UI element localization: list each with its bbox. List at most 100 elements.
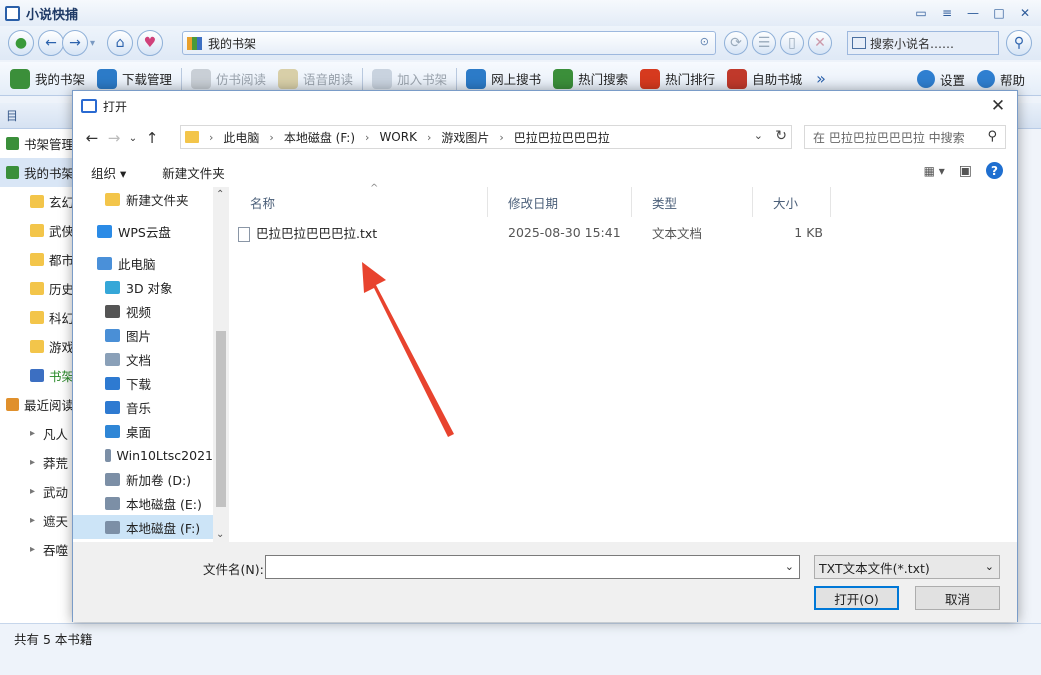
breadcrumb-separator-icon[interactable]: › [269, 131, 273, 144]
left-panel-item[interactable]: ▸ 吞噬 [0, 535, 74, 564]
left-panel-item[interactable]: 武侠 [0, 216, 74, 245]
breadcrumb-separator-icon[interactable]: › [209, 131, 213, 144]
nav-tree-item[interactable]: Win10Ltsc2021 [73, 443, 213, 467]
close-icon[interactable]: ✕ [1017, 5, 1033, 21]
dialog-close-icon[interactable]: ✕ [987, 95, 1009, 117]
breadcrumb-separator-icon[interactable]: › [499, 131, 503, 144]
back-icon[interactable]: ← [38, 30, 64, 56]
file-row[interactable]: 巴拉巴拉巴巴巴拉.txt 2025-08-30 15:41 文本文档 1 KB [230, 217, 1017, 247]
navigation-scrollbar[interactable]: ⌃ ⌄ [213, 187, 229, 542]
filetype-select[interactable]: TXT文本文件(*.txt) ⌄ [814, 555, 1000, 579]
breadcrumb-item[interactable]: WORK [379, 130, 417, 144]
new-folder-button[interactable]: 新建文件夹 [144, 163, 243, 182]
breadcrumb-item[interactable]: 本地磁盘 (F:) [284, 129, 355, 146]
column-header[interactable]: 大小 [753, 187, 831, 217]
favorite-icon[interactable]: ♥ [137, 30, 164, 56]
nav-tree-item[interactable]: 音乐 [73, 395, 213, 419]
column-header[interactable]: 类型 [632, 187, 753, 217]
help-icon[interactable]: ? [986, 162, 1003, 179]
breadcrumb-item[interactable]: 此电脑 [223, 129, 259, 146]
folder-icon [30, 224, 44, 237]
nav-tree-item[interactable]: 新加卷 (D:) [73, 467, 213, 491]
left-panel-item[interactable]: 书架管理 [0, 129, 74, 158]
recent-dropdown-icon[interactable]: ⌄ [125, 133, 141, 144]
breadcrumb[interactable]: › 此电脑 › 本地磁盘 (F:) › WORK › 游戏图片 › 巴拉巴拉巴巴巴拉 ⌄ ↻ [180, 125, 792, 149]
page-icon[interactable]: ▯ [780, 31, 804, 55]
nav-tree-item[interactable]: WPS云盘 [73, 219, 213, 243]
left-panel-item[interactable]: ▸ 遮天 [0, 506, 74, 535]
toolbar-item-5[interactable]: 网上搜书 [460, 64, 547, 94]
toolbar-item-1[interactable]: 下载管理 [91, 64, 178, 94]
forward-arrow-icon[interactable]: → [103, 129, 125, 147]
breadcrumb-separator-icon[interactable]: › [365, 131, 369, 144]
column-header[interactable]: 名称 [230, 187, 488, 217]
nav-tree-label: 文档 [126, 352, 152, 368]
open-button[interactable]: 打开(O) [814, 586, 899, 610]
refresh-icon[interactable]: ⟳ [724, 31, 748, 55]
toolbar-item-label: 语音朗读 [303, 72, 354, 87]
breadcrumb-item[interactable]: 游戏图片 [441, 129, 489, 146]
toolbar-item-6[interactable]: 热门搜索 [547, 64, 634, 94]
left-panel-item[interactable]: ▸ 莽荒 [0, 448, 74, 477]
minimize-icon[interactable]: — [965, 5, 981, 21]
view-options-icon[interactable]: ▦ ▾ [924, 164, 945, 178]
nav-tree-item[interactable]: 新建文件夹 [73, 187, 213, 211]
left-panel-item[interactable]: 我的书架 [0, 158, 74, 187]
breadcrumb-separator-icon[interactable]: › [427, 131, 431, 144]
nav-tree-item[interactable]: 此电脑 [73, 251, 213, 275]
left-panel-item[interactable]: 书架 [0, 361, 74, 390]
left-panel-item[interactable]: 游戏 [0, 332, 74, 361]
column-header[interactable]: 修改日期 [488, 187, 632, 217]
left-panel-item[interactable]: 都市 [0, 245, 74, 274]
left-panel-item[interactable]: 最近阅读 [0, 390, 74, 419]
nav-tree-item[interactable]: 下载 [73, 371, 213, 395]
preview-pane-icon[interactable]: ▣ [959, 163, 972, 179]
left-panel-item[interactable]: 历史 [0, 274, 74, 303]
breadcrumb-item[interactable]: 巴拉巴拉巴巴巴拉 [514, 129, 610, 146]
maximize-icon[interactable]: □ [991, 5, 1007, 21]
folder-icon [30, 195, 44, 208]
folder-search-input[interactable]: 在 巴拉巴拉巴巴巴拉 中搜索 ⚲ [804, 125, 1006, 149]
address-dropdown-icon[interactable]: ⊙ [700, 35, 709, 48]
chevron-down-icon[interactable]: ⌄ [785, 560, 794, 573]
menu-icon[interactable]: ≡ [939, 5, 955, 21]
up-arrow-icon[interactable]: ↑ [141, 129, 163, 147]
toolbar-item-2[interactable]: 仿书阅读 [185, 64, 272, 94]
nav-tree-item[interactable]: 3D 对象 [73, 275, 213, 299]
toolbar-item-4[interactable]: 加入书架 [366, 64, 453, 94]
stop-icon[interactable]: ✕ [808, 31, 832, 55]
feedback-icon[interactable]: ▭ [913, 5, 929, 21]
scrollbar-thumb[interactable] [216, 331, 226, 507]
novel-search-input[interactable]: 搜索小说名…… [847, 31, 999, 55]
address-text: 我的书架 [208, 36, 257, 51]
refresh-icon[interactable]: ↻ [775, 128, 787, 144]
toolbar-item-7[interactable]: 热门排行 [634, 64, 721, 94]
user-icon[interactable]: ● [8, 30, 34, 56]
organize-button[interactable]: 组织 ▾ [73, 163, 144, 182]
address-bar[interactable]: 我的书架 ⊙ [182, 31, 716, 55]
left-panel-item[interactable]: 玄幻 [0, 187, 74, 216]
back-arrow-icon[interactable]: ← [81, 129, 103, 147]
toolbar-item-8[interactable]: 自助书城 [721, 64, 808, 94]
home-icon[interactable]: ⌂ [107, 30, 134, 56]
more-icon[interactable]: » [816, 69, 826, 88]
left-panel-item[interactable]: 科幻 [0, 303, 74, 332]
cancel-button[interactable]: 取消 [915, 586, 1000, 610]
filename-input[interactable]: ⌄ [265, 555, 800, 579]
forward-icon[interactable]: → [62, 30, 88, 56]
toolbar-item-3[interactable]: 语音朗读 [272, 64, 359, 94]
path-dropdown-icon[interactable]: ⌄ [754, 129, 763, 142]
nav-tree-item[interactable]: 视频 [73, 299, 213, 323]
left-panel-item[interactable]: ▸ 武动 [0, 477, 74, 506]
search-icon[interactable]: ⚲ [1006, 30, 1032, 56]
nav-tree-item[interactable]: 本地磁盘 (E:) [73, 491, 213, 515]
history-dropdown-icon[interactable]: ▾ [90, 38, 95, 49]
nav-tree-item[interactable]: 桌面 [73, 419, 213, 443]
right-scrollbar[interactable] [1018, 103, 1041, 623]
left-panel-item[interactable]: ▸ 凡人 [0, 419, 74, 448]
nav-tree-item[interactable]: 图片 [73, 323, 213, 347]
nav-tree-item[interactable]: 文档 [73, 347, 213, 371]
nav-tree-item[interactable]: 本地磁盘 (F:) [73, 515, 213, 539]
list-icon[interactable]: ☰ [752, 31, 776, 55]
toolbar-item-0[interactable]: 我的书架 [4, 64, 91, 94]
